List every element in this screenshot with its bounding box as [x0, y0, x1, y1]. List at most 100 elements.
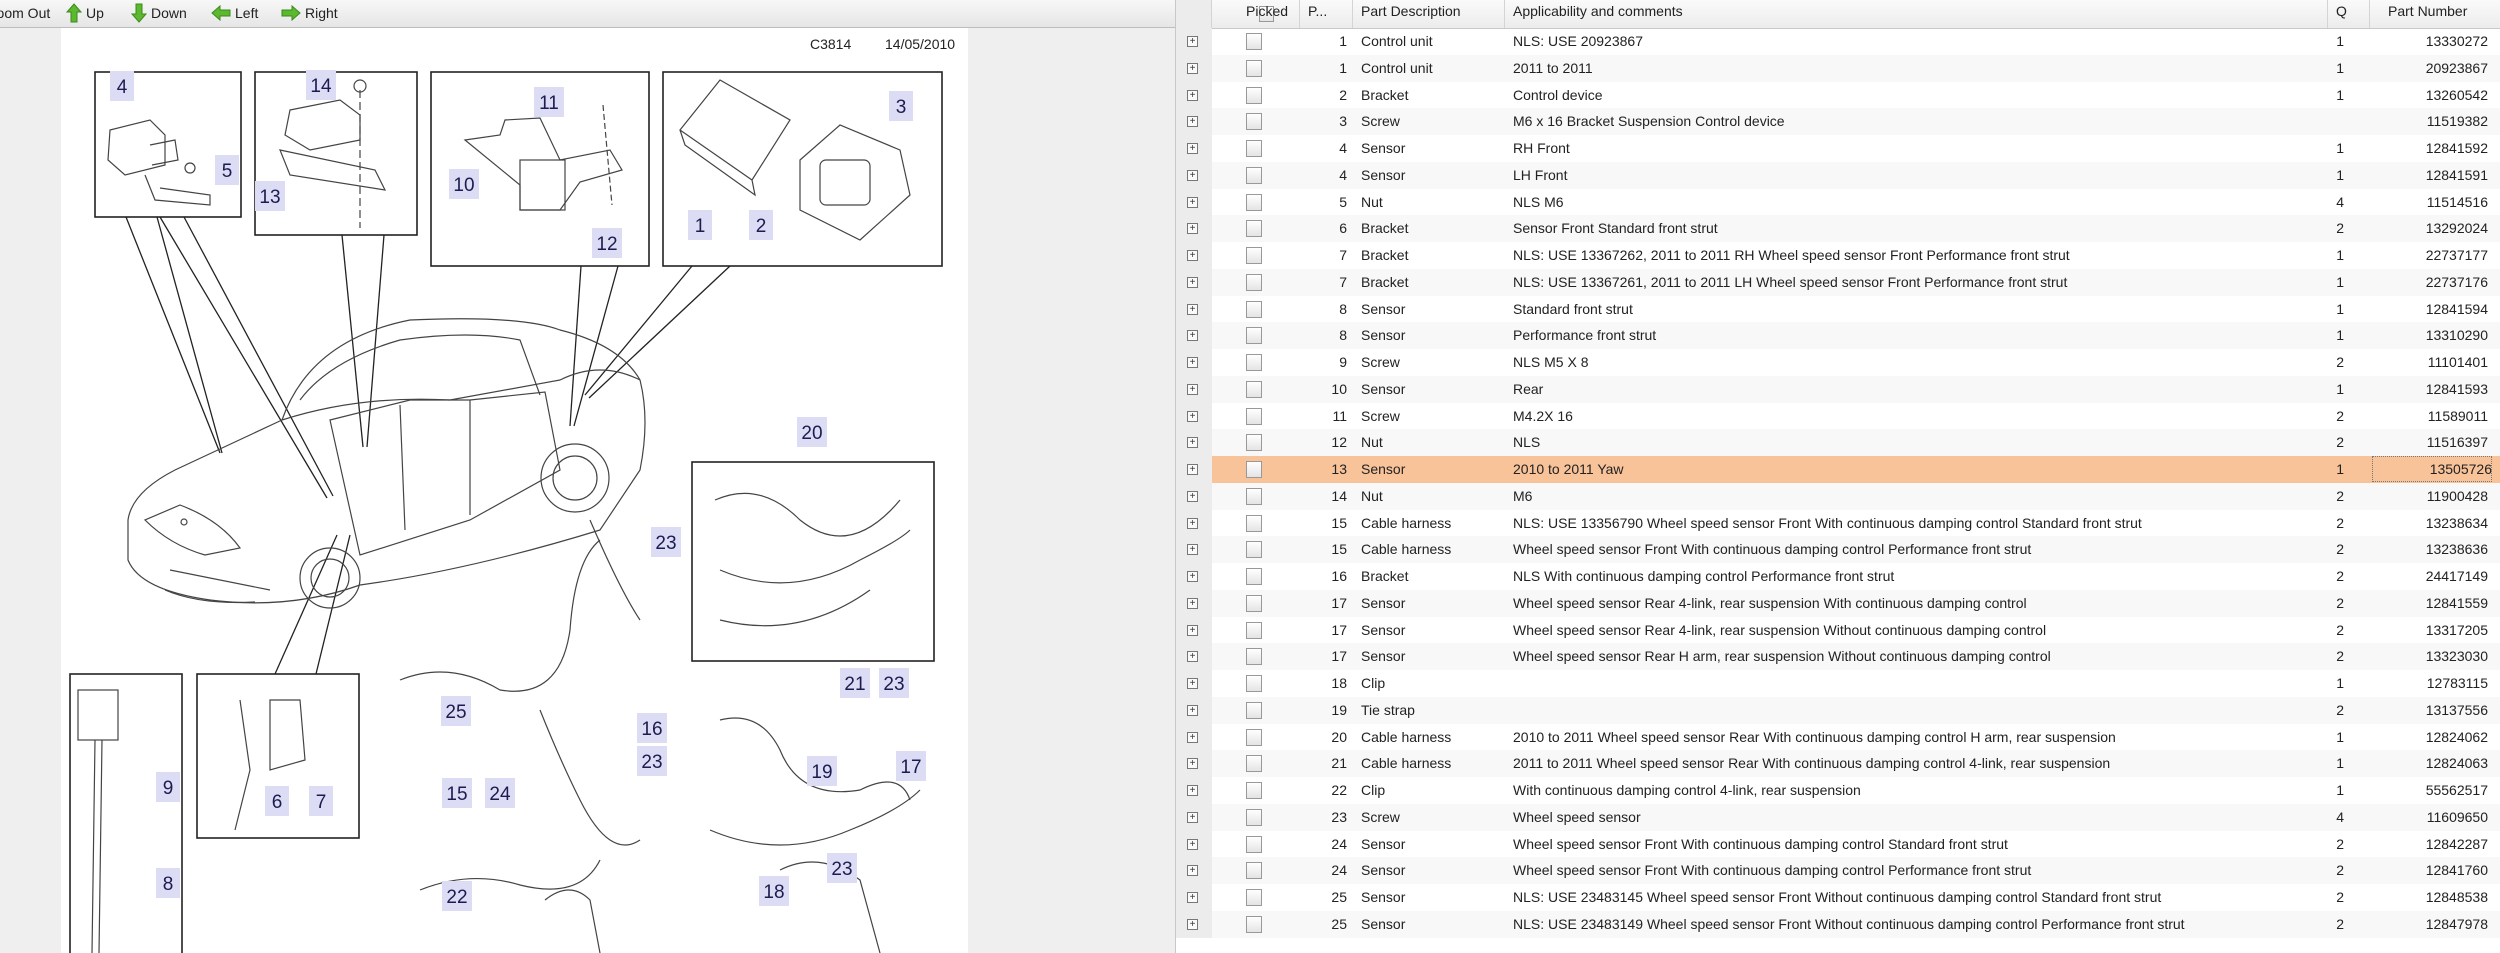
expand-row-button[interactable]: +	[1176, 161, 1212, 189]
expand-row-button[interactable]: +	[1176, 81, 1212, 109]
header-applicability[interactable]: Applicability and comments	[1505, 0, 2328, 28]
table-row[interactable]: +13 Sensor 2010 to 2011 Yaw 1 13505726	[1176, 456, 2500, 483]
picked-checkbox[interactable]	[1246, 835, 1262, 853]
table-row[interactable]: +25 Sensor NLS: USE 23483149 Wheel speed s…	[1176, 910, 2500, 938]
picked-checkbox[interactable]	[1246, 434, 1262, 452]
table-row[interactable]: +1 Control unit NLS: USE 20923867 1 13330272	[1176, 28, 2500, 55]
table-row[interactable]: +18 Clip 1 12783115	[1176, 670, 2500, 697]
picked-checkbox[interactable]	[1246, 755, 1262, 773]
picked-checkbox[interactable]	[1246, 86, 1262, 104]
expand-row-button[interactable]: +	[1176, 322, 1212, 349]
picked-checkbox[interactable]	[1246, 59, 1262, 77]
callout-7[interactable]: 7	[309, 786, 333, 816]
expand-row-button[interactable]: +	[1176, 509, 1212, 537]
expand-row-button[interactable]: +	[1176, 135, 1212, 162]
callout-24[interactable]: 24	[485, 778, 515, 808]
table-row[interactable]: +15 Cable harness Wheel speed sensor Front…	[1176, 536, 2500, 563]
right-button[interactable]: Right	[281, 3, 338, 23]
header-pos[interactable]: P...	[1300, 0, 1353, 28]
table-row[interactable]: +23 Screw Wheel speed sensor 4 11609650	[1176, 803, 2500, 831]
picked-checkbox[interactable]	[1246, 113, 1262, 131]
table-row[interactable]: +25 Sensor NLS: USE 23483145 Wheel speed s…	[1176, 884, 2500, 911]
picked-checkbox[interactable]	[1246, 541, 1262, 559]
expand-row-button[interactable]: +	[1176, 349, 1212, 376]
picked-checkbox[interactable]	[1246, 648, 1262, 666]
expand-row-button[interactable]: +	[1176, 670, 1212, 697]
picked-checkbox[interactable]	[1246, 568, 1262, 585]
zoom-out-button[interactable]: Zoom Out	[0, 3, 50, 23]
picked-checkbox[interactable]	[1246, 675, 1262, 692]
callout-19[interactable]: 19	[807, 756, 837, 786]
table-row[interactable]: +19 Tie strap 2 13137556	[1176, 696, 2500, 724]
expand-row-button[interactable]: +	[1176, 884, 1212, 911]
picked-checkbox[interactable]	[1246, 33, 1262, 50]
table-row[interactable]: +17 Sensor Wheel speed sensor Rear H arm, …	[1176, 643, 2500, 670]
expand-row-button[interactable]: +	[1176, 54, 1212, 82]
table-row[interactable]: +17 Sensor Wheel speed sensor Rear 4-link,…	[1176, 616, 2500, 644]
picked-checkbox[interactable]	[1246, 166, 1262, 184]
picked-checkbox[interactable]	[1246, 407, 1262, 425]
header-part-number[interactable]: Part Number	[2370, 0, 2500, 28]
callout-12[interactable]: 12	[592, 228, 622, 258]
expand-row-button[interactable]: +	[1176, 215, 1212, 242]
callout-8[interactable]: 8	[156, 868, 180, 898]
picked-checkbox[interactable]	[1246, 915, 1262, 933]
callout-17[interactable]: 17	[896, 751, 926, 781]
callout-2[interactable]: 2	[749, 210, 773, 240]
expand-row-button[interactable]: +	[1176, 375, 1212, 403]
expand-row-button[interactable]: +	[1176, 616, 1212, 644]
expand-row-button[interactable]: +	[1176, 536, 1212, 563]
picked-checkbox[interactable]	[1246, 782, 1262, 799]
callout-6[interactable]: 6	[265, 786, 289, 816]
expand-row-button[interactable]: +	[1176, 108, 1212, 135]
picked-checkbox[interactable]	[1246, 300, 1262, 318]
table-row[interactable]: +14 Nut M6 2 11900428	[1176, 482, 2500, 510]
table-row[interactable]: +6 Bracket Sensor Front Standard front str…	[1176, 215, 2500, 242]
callout-1[interactable]: 1	[688, 210, 712, 240]
expand-row-button[interactable]: +	[1176, 589, 1212, 617]
picked-checkbox[interactable]	[1246, 273, 1262, 291]
picked-checkbox[interactable]	[1246, 247, 1262, 264]
expand-row-button[interactable]: +	[1176, 242, 1212, 269]
picked-checkbox[interactable]	[1246, 594, 1262, 612]
expand-row-button[interactable]: +	[1176, 295, 1212, 323]
table-row[interactable]: +20 Cable harness 2010 to 2011 Wheel speed…	[1176, 723, 2500, 751]
table-row[interactable]: +24 Sensor Wheel speed sensor Front With c…	[1176, 857, 2500, 884]
expand-row-button[interactable]: +	[1176, 268, 1212, 296]
picked-checkbox[interactable]	[1246, 514, 1262, 532]
expand-row-button[interactable]: +	[1176, 482, 1212, 510]
picked-checkbox[interactable]	[1246, 380, 1262, 398]
header-qty[interactable]: Q	[2328, 0, 2370, 28]
picked-checkbox[interactable]	[1246, 701, 1262, 719]
picked-checkbox[interactable]	[1246, 193, 1262, 211]
picked-checkbox[interactable]	[1246, 140, 1262, 157]
table-row[interactable]: +9 Screw NLS M5 X 8 2 11101401	[1176, 349, 2500, 376]
table-row[interactable]: +4 Sensor RH Front 1 12841592	[1176, 135, 2500, 162]
expand-row-button[interactable]: +	[1176, 456, 1212, 483]
callout-14[interactable]: 14	[306, 70, 336, 100]
callout-16[interactable]: 16	[637, 713, 667, 743]
expand-row-button[interactable]: +	[1176, 857, 1212, 884]
callout-13[interactable]: 13	[255, 181, 285, 211]
expand-row-button[interactable]: +	[1176, 188, 1212, 216]
callout-3[interactable]: 3	[889, 91, 913, 121]
callout-15[interactable]: 15	[442, 778, 472, 808]
table-row[interactable]: +10 Sensor Rear 1 12841593	[1176, 375, 2500, 403]
picked-checkbox[interactable]	[1246, 621, 1262, 639]
table-row[interactable]: +7 Bracket NLS: USE 13367262, 2011 to 2011…	[1176, 242, 2500, 269]
header-picked[interactable]: Picked	[1212, 0, 1300, 28]
parts-diagram-page[interactable]: C3814 14/05/2010 4 14 11 3 5 13 10 1 2 1…	[61, 28, 968, 953]
left-button[interactable]: Left	[211, 3, 258, 23]
table-row[interactable]: +22 Clip With continuous damping control 4…	[1176, 777, 2500, 804]
table-row[interactable]: +12 Nut NLS 2 11516397	[1176, 429, 2500, 456]
table-row[interactable]: +15 Cable harness NLS: USE 13356790 Wheel …	[1176, 509, 2500, 537]
table-row[interactable]: +2 Bracket Control device 1 13260542	[1176, 81, 2500, 109]
expand-row-button[interactable]: +	[1176, 750, 1212, 777]
expand-row-button[interactable]: +	[1176, 830, 1212, 858]
expand-row-button[interactable]: +	[1176, 910, 1212, 938]
picked-checkbox[interactable]	[1246, 354, 1262, 371]
table-row[interactable]: +17 Sensor Wheel speed sensor Rear 4-link,…	[1176, 589, 2500, 617]
picked-checkbox[interactable]	[1246, 487, 1262, 505]
callout-5[interactable]: 5	[215, 155, 239, 185]
expand-row-button[interactable]: +	[1176, 28, 1212, 55]
